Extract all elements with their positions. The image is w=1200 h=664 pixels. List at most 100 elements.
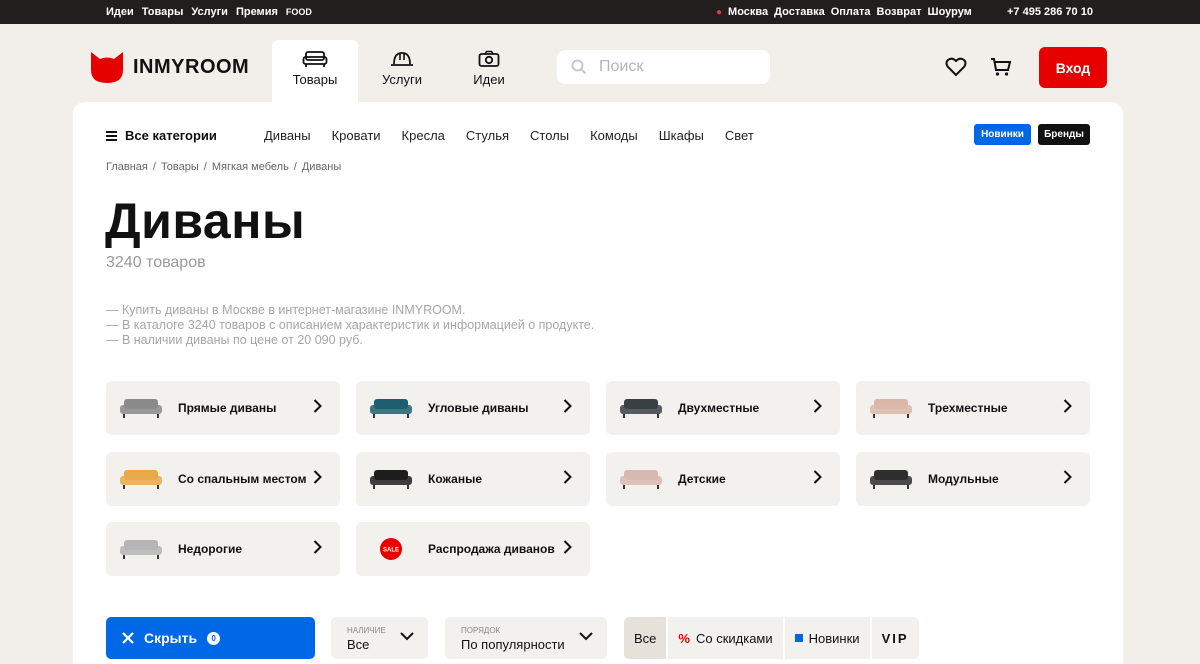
category-card-label: Угловые диваны [428,401,529,415]
breadcrumb-soft-furniture[interactable]: Мягкая мебель [212,161,289,173]
cat-lighting[interactable]: Свет [725,128,754,143]
category-card-label: Распродажа диванов [428,542,555,556]
category-card[interactable]: Недорогие [106,522,340,576]
logo[interactable]: INMYROOM [89,50,249,84]
tab-goods[interactable]: Товары [272,40,358,102]
tab-ideas-label: Идеи [473,72,505,87]
sofa-icon [302,51,328,67]
segment-vip[interactable]: VIP [872,617,919,659]
chevron-right-icon [313,539,322,559]
breadcrumb-separator: / [293,161,297,173]
category-card[interactable]: Детские [606,452,840,506]
category-card[interactable]: Модульные [856,452,1090,506]
chevron-right-icon [1063,398,1072,418]
top-link-payment[interactable]: Оплата [831,6,871,18]
top-link-services[interactable]: Услуги [191,6,228,18]
chevron-right-icon [313,469,322,489]
category-card[interactable]: Кожаные [356,452,590,506]
phone-number[interactable]: +7 495 286 70 10 [1007,6,1093,18]
all-categories-button[interactable]: Все категории [106,128,217,143]
availability-select[interactable]: НАЛИЧИЕ Все [331,617,428,659]
menu-icon [106,130,117,141]
category-card-label: Со спальным местом [178,472,307,486]
category-card-label: Трехместные [928,401,1008,415]
page-title: Диваны [105,193,306,249]
chevron-right-icon [563,469,572,489]
desc-line: — В наличии диваны по цене от 20 090 руб… [106,333,363,347]
cat-beds[interactable]: Кровати [332,128,381,143]
chevron-right-icon [813,469,822,489]
top-link-award[interactable]: Премия [236,6,278,18]
header: INMYROOM Товары Услуги Идеи Вход [0,24,1200,102]
cat-wardrobes[interactable]: Шкафы [659,128,704,143]
top-link-food[interactable]: FOOD [286,6,312,18]
breadcrumb-separator: / [152,161,156,173]
filter-count-badge: 0 [207,631,221,645]
top-link-ideas[interactable]: Идеи [106,6,134,18]
cat-logo-icon [91,52,123,83]
breadcrumb-separator: / [203,161,207,173]
desc-line: — Купить диваны в Москве в интернет-мага… [106,303,466,317]
segment-vip-label: VIP [881,630,909,646]
tab-ideas[interactable]: Идеи [446,40,532,102]
square-icon [794,634,803,642]
segment-new[interactable]: Новинки [785,617,872,659]
search-input[interactable] [599,58,749,76]
top-link-goods[interactable]: Товары [142,6,184,18]
chevron-down-icon [579,632,593,641]
cat-dressers[interactable]: Комоды [590,128,638,143]
sofa-thumbnail-icon [116,537,166,561]
all-categories-label: Все категории [125,128,217,143]
chevron-down-icon [400,632,414,641]
breadcrumb-current: Диваны [301,161,342,173]
search-box[interactable] [557,50,770,84]
hide-filters-label: Скрыть [144,630,198,646]
breadcrumb-goods[interactable]: Товары [161,161,199,173]
tab-services[interactable]: Услуги [359,40,445,102]
product-filter-segments: Все % Со скидками Новинки VIP [624,617,919,659]
sale-badge-icon: SALE [366,537,416,561]
percent-icon: % [678,630,690,646]
breadcrumb-home[interactable]: Главная [106,161,148,173]
top-link-delivery[interactable]: Доставка [774,6,825,18]
chevron-right-icon [563,398,572,418]
cat-armchairs[interactable]: Кресла [402,128,445,143]
tab-goods-label: Товары [292,72,338,87]
category-card-label: Кожаные [428,472,482,486]
segment-all[interactable]: Все [624,617,669,659]
sofa-thumbnail-icon [116,396,166,420]
category-card[interactable]: Угловые диваны [356,381,590,435]
top-link-return[interactable]: Возврат [877,6,922,18]
heart-icon[interactable] [945,57,967,77]
seo-description: — Купить диваны в Москве в интернет-мага… [106,303,594,348]
sofa-thumbnail-icon [116,467,166,491]
search-icon [571,59,587,75]
category-card[interactable]: Двухместные [606,381,840,435]
product-count: 3240 товаров [106,254,206,271]
category-card[interactable]: Прямые диваны [106,381,340,435]
cat-sofas[interactable]: Диваны [264,128,311,143]
cart-icon[interactable] [990,57,1012,77]
segment-discounts[interactable]: % Со скидками [668,617,785,659]
hide-filters-button[interactable]: Скрыть 0 [106,617,315,659]
sort-select[interactable]: ПОРЯДОК По популярности [445,617,607,659]
chevron-right-icon [563,539,572,559]
helmet-icon [391,52,413,66]
chevron-right-icon [313,398,322,418]
main-panel: Все категории Диваны Кровати Кресла Стул… [73,102,1123,664]
chevron-right-icon [813,398,822,418]
logo-text: INMYROOM [133,55,250,78]
login-button[interactable]: Вход [1039,47,1107,88]
new-items-tag[interactable]: Новинки [974,124,1031,145]
top-link-city[interactable]: Москва [728,6,768,18]
category-card[interactable]: SALE Распродажа диванов [356,522,590,576]
chevron-right-icon [1063,469,1072,489]
brands-tag[interactable]: Бренды [1038,124,1090,145]
sofa-thumbnail-icon [616,396,666,420]
top-link-showroom[interactable]: Шоурум [928,6,972,18]
cat-chairs[interactable]: Стулья [466,128,509,143]
category-card[interactable]: Со спальным местом [106,452,340,506]
category-card[interactable]: Трехместные [856,381,1090,435]
segment-new-label: Новинки [808,630,860,646]
cat-tables[interactable]: Столы [530,128,569,143]
